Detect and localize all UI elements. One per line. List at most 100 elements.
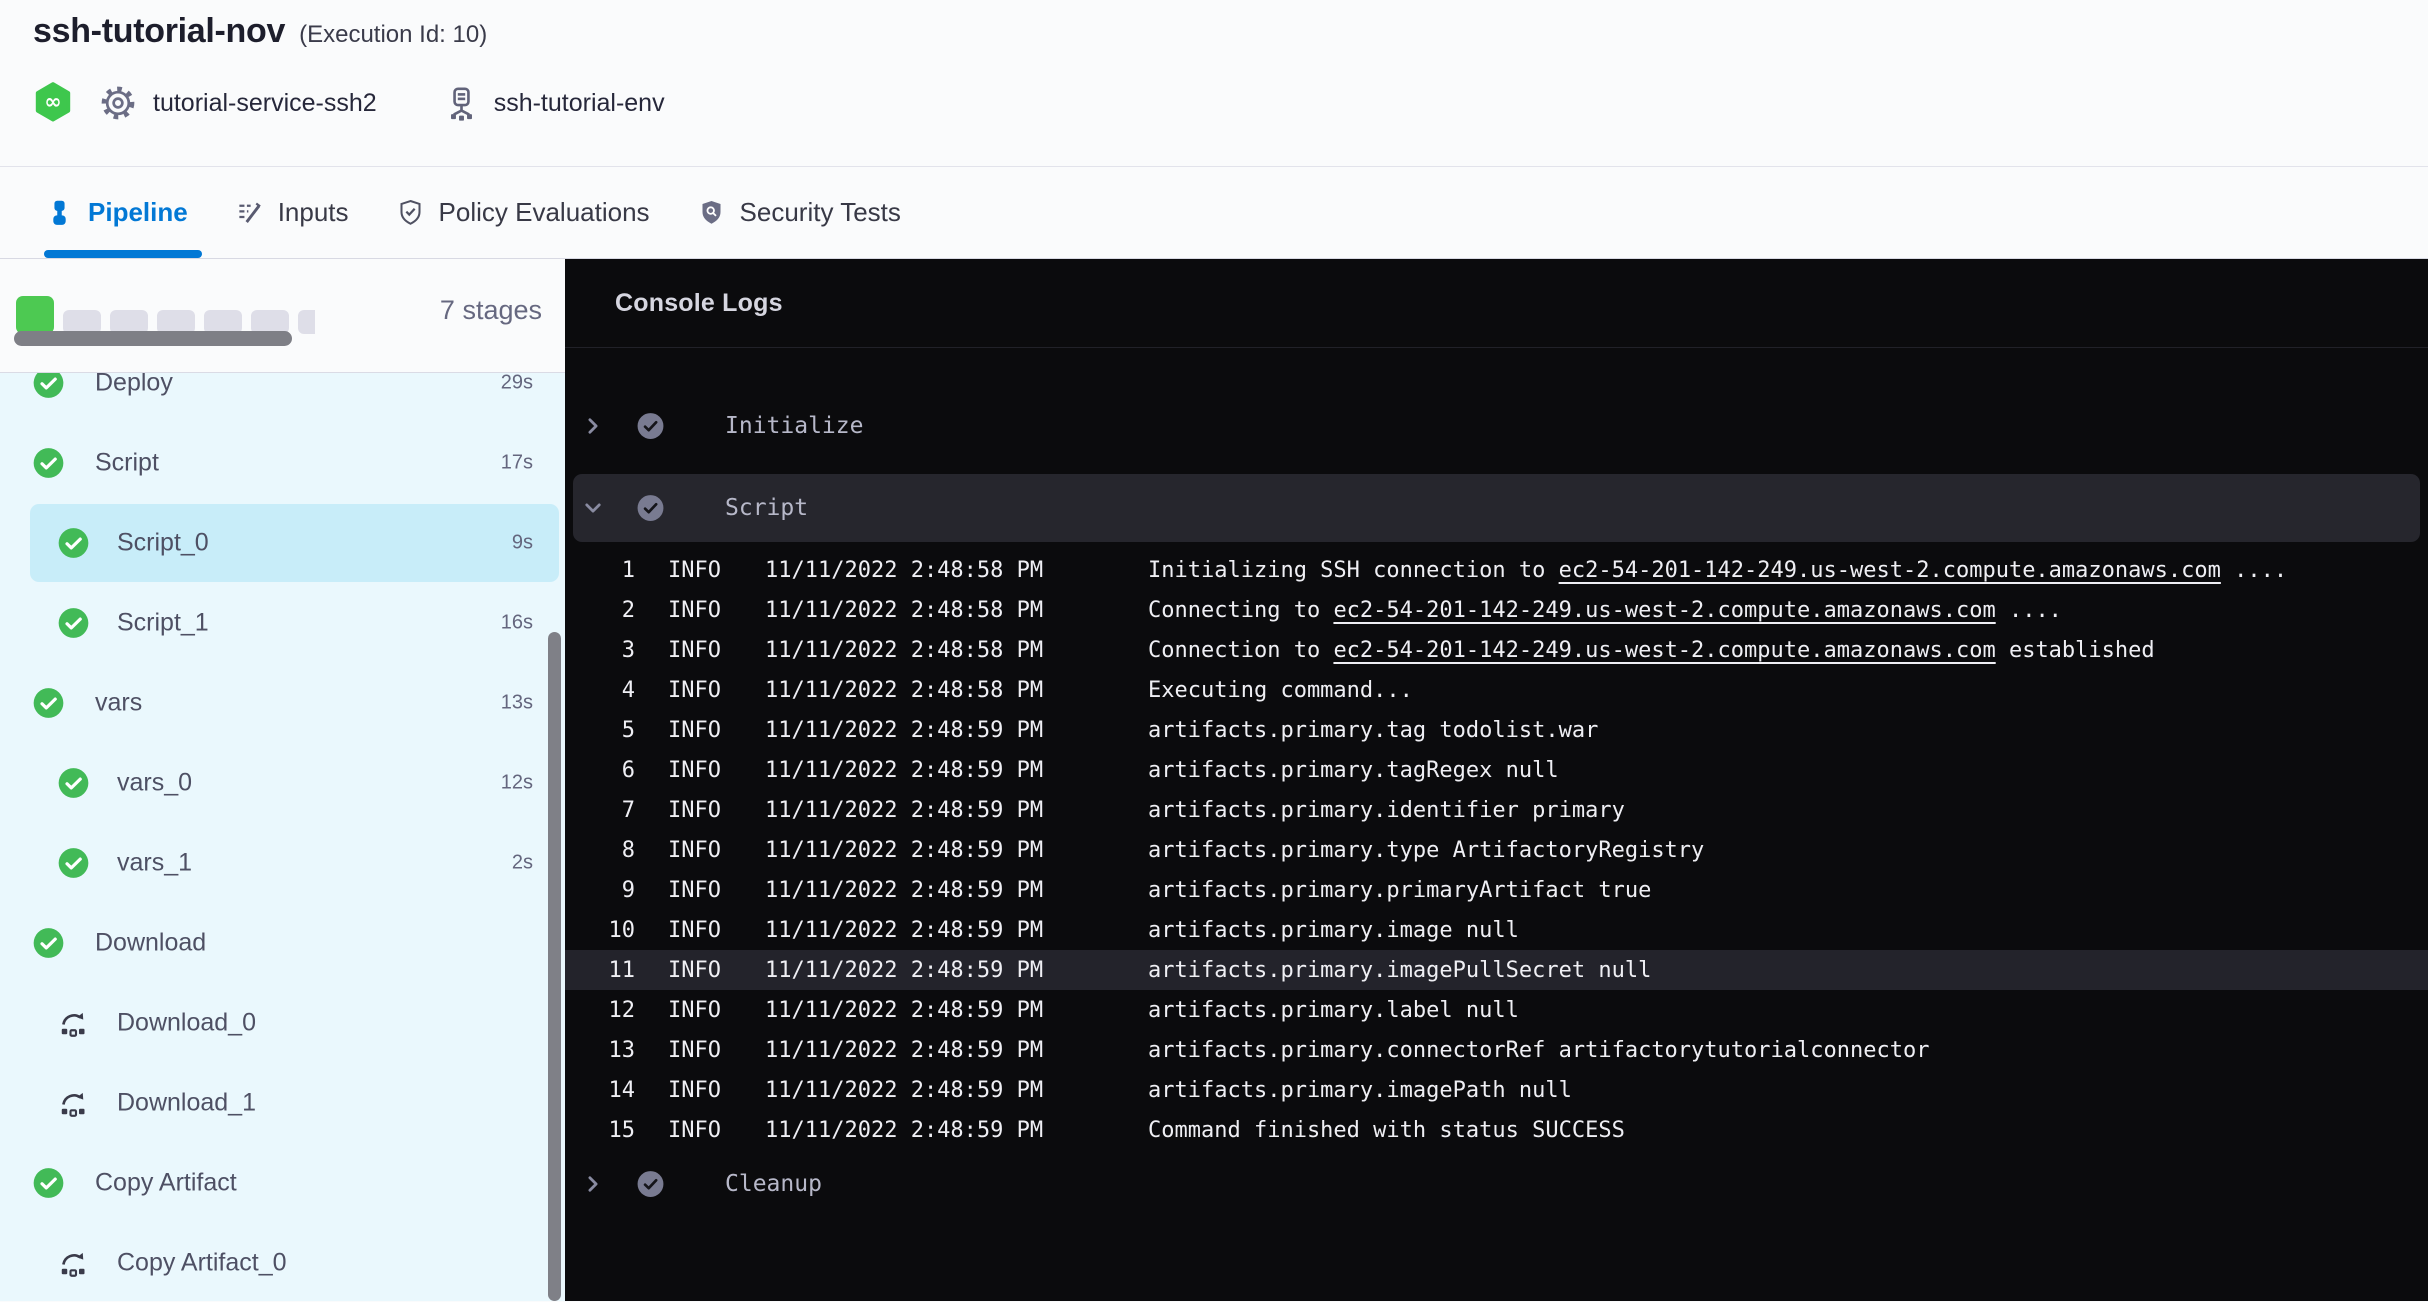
log-message: artifacts.primary.primaryArtifact true	[1148, 878, 1651, 903]
log-message: artifacts.primary.label null	[1148, 998, 1519, 1023]
step-row-vars-0[interactable]: vars_012s	[0, 743, 565, 823]
log-line-number: 11	[565, 958, 635, 983]
execution-title-row: ssh-tutorial-nov (Execution Id: 10)	[33, 12, 487, 51]
stage-label: Script_0	[117, 529, 209, 558]
horizontal-scrollbar[interactable]	[14, 331, 292, 346]
step-row-download-1[interactable]: Download_1	[0, 1063, 565, 1143]
log-line: 2INFO11/11/2022 2:48:58 PMConnecting to …	[565, 590, 2428, 630]
log-line-number: 6	[565, 758, 635, 783]
log-level: INFO	[668, 958, 724, 983]
progress-segment-done	[16, 296, 54, 334]
stage-sidebar-header: 7 stages	[0, 259, 565, 373]
success-check-icon	[33, 928, 64, 959]
log-line: 14INFO11/11/2022 2:48:59 PMartifacts.pri…	[565, 1070, 2428, 1110]
execution-meta-row: ∞ tutorial-service-ssh2 ssh-tutorial-env	[33, 78, 665, 128]
console-header: Console Logs	[565, 259, 2428, 348]
step-row-download-0[interactable]: Download_0	[0, 983, 565, 1063]
log-level: INFO	[668, 718, 724, 743]
step-row-vars-1[interactable]: vars_1 2s	[0, 823, 565, 903]
hostname-link[interactable]: ec2-54-201-142-249.us-west-2.compute.ama…	[1333, 638, 1995, 663]
step-row-copy-artifact-0[interactable]: Copy Artifact_0	[0, 1223, 565, 1302]
page-title: ssh-tutorial-nov	[33, 12, 285, 51]
hostname-link[interactable]: ec2-54-201-142-249.us-west-2.compute.ama…	[1333, 598, 1995, 623]
log-message: artifacts.primary.tagRegex null	[1148, 758, 1559, 783]
log-message: Initializing SSH connection to ec2-54-20…	[1148, 558, 2287, 583]
stage-progress-bar	[16, 292, 315, 334]
stage-label: Copy Artifact	[95, 1169, 237, 1198]
command-step-icon	[58, 1088, 88, 1118]
log-level: INFO	[668, 1078, 724, 1103]
stage-label: vars_1	[117, 849, 192, 878]
log-message: artifacts.primary.identifier primary	[1148, 798, 1625, 823]
success-check-icon	[58, 768, 89, 799]
stage-row-script[interactable]: Script 17s	[0, 423, 565, 503]
stage-duration: 12s	[501, 772, 533, 795]
log-level: INFO	[668, 638, 724, 663]
step-row-script-1[interactable]: Script_116s	[0, 583, 565, 663]
stage-row-download[interactable]: Download	[0, 903, 565, 983]
log-timestamp: 11/11/2022 2:48:59 PM	[765, 758, 1047, 783]
hostname-link[interactable]: ec2-54-201-142-249.us-west-2.compute.ama…	[1559, 558, 2221, 583]
environment-name[interactable]: ssh-tutorial-env	[494, 89, 665, 118]
log-level: INFO	[668, 598, 724, 623]
chevron-right-icon	[583, 1174, 603, 1194]
section-name: Cleanup	[725, 1171, 822, 1197]
log-timestamp: 11/11/2022 2:48:59 PM	[765, 798, 1047, 823]
log-line-number: 8	[565, 838, 635, 863]
success-check-icon	[33, 688, 64, 719]
service-name[interactable]: tutorial-service-ssh2	[153, 89, 377, 118]
log-line-number: 5	[565, 718, 635, 743]
vertical-scrollbar[interactable]	[548, 632, 561, 1301]
step-row-script-0[interactable]: Script_09s	[0, 503, 565, 583]
log-line-number: 7	[565, 798, 635, 823]
stage-row-copy-artifact[interactable]: Copy Artifact	[0, 1143, 565, 1223]
log-level: INFO	[668, 998, 724, 1023]
stage-row-vars[interactable]: vars13s	[0, 663, 565, 743]
tab-label: Inputs	[278, 197, 349, 228]
stage-duration: 17s	[501, 452, 533, 475]
chevron-right-icon	[583, 416, 603, 436]
section-success-check-icon	[637, 413, 664, 440]
log-timestamp: 11/11/2022 2:48:59 PM	[765, 1118, 1047, 1143]
log-lines: 1INFO11/11/2022 2:48:58 PMInitializing S…	[565, 550, 2428, 1150]
chevron-down-icon	[583, 498, 603, 518]
log-timestamp: 11/11/2022 2:48:59 PM	[765, 998, 1047, 1023]
tab-policy-evaluations[interactable]: Policy Evaluations	[397, 167, 650, 258]
log-section-initialize[interactable]: Initialize	[565, 394, 2428, 458]
log-level: INFO	[668, 878, 724, 903]
section-success-check-icon	[637, 495, 664, 522]
log-section-script[interactable]: Script	[573, 474, 2420, 542]
progress-segment-pending	[298, 310, 315, 334]
log-line-number: 10	[565, 918, 635, 943]
console-panel: Console Logs InitializeScript1INFO11/11/…	[565, 259, 2428, 1301]
console-body: InitializeScript1INFO11/11/2022 2:48:58 …	[565, 394, 2428, 1216]
log-message: artifacts.primary.image null	[1148, 918, 1519, 943]
stage-duration: 2s	[512, 852, 533, 875]
log-line-number: 14	[565, 1078, 635, 1103]
stage-label: Copy Artifact_0	[117, 1249, 287, 1278]
stage-row-deploy[interactable]: Deploy29s	[0, 373, 565, 423]
log-timestamp: 11/11/2022 2:48:59 PM	[765, 838, 1047, 863]
log-line: 12 INFO 11/11/2022 2:48:59 PM artifacts.pri…	[565, 990, 2428, 1030]
section-success-check-icon	[637, 1171, 664, 1198]
log-line-number: 3	[565, 638, 635, 663]
log-timestamp: 11/11/2022 2:48:59 PM	[765, 958, 1047, 983]
success-check-icon	[33, 1168, 64, 1199]
svg-text:∞: ∞	[44, 89, 61, 113]
log-section-cleanup[interactable]: Cleanup	[565, 1152, 2428, 1216]
stage-label: Script	[95, 449, 159, 478]
section-name: Initialize	[725, 413, 863, 439]
log-line-number: 9	[565, 878, 635, 903]
log-level: INFO	[668, 918, 724, 943]
stage-duration: 13s	[501, 692, 533, 715]
log-level: INFO	[668, 798, 724, 823]
console-title: Console Logs	[615, 289, 783, 318]
tab-security-tests[interactable]: Security Tests	[698, 167, 901, 258]
tab-pipeline[interactable]: Pipeline	[46, 167, 188, 258]
log-level: INFO	[668, 678, 724, 703]
log-line-number: 12	[565, 998, 635, 1023]
tab-inputs[interactable]: Inputs	[236, 167, 349, 258]
service-gear-icon	[100, 85, 136, 121]
stage-label: Download_1	[117, 1089, 256, 1118]
log-timestamp: 11/11/2022 2:48:59 PM	[765, 1078, 1047, 1103]
